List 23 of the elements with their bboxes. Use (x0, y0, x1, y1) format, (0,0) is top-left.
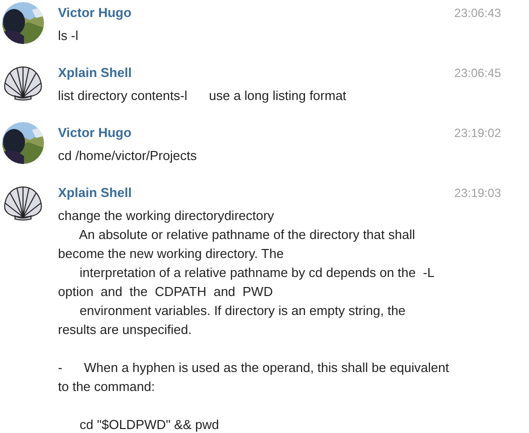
message-text: An absolute or relative pathname of the directory that shall (78, 226, 415, 244)
message-time: 23:19:02 (454, 125, 501, 142)
author-name[interactable]: Victor Hugo (58, 123, 132, 143)
message-text: cd /home/victor/Projects (58, 147, 197, 165)
message-text: become the new working directory. The (58, 245, 284, 263)
message-time: 23:06:43 (454, 5, 501, 22)
message-time: 23:19:03 (454, 185, 501, 202)
message-text: environment variables. If directory is an empty string, the (78, 302, 406, 320)
author-name[interactable]: Xplain Shell (58, 183, 132, 203)
author-name[interactable]: Xplain Shell (58, 63, 132, 83)
message-text: - When a hyphen is used as the operand, this shall be equivalent (58, 359, 449, 377)
author-name[interactable]: Victor Hugo (58, 3, 132, 23)
message-text: cd "$OLDPWD" && pwd (78, 416, 219, 433)
message-text: to the command: (58, 378, 155, 396)
message-text: ls -l (58, 27, 78, 45)
message-text: list directory contents-l use a long listing format (58, 87, 346, 105)
message-text: option and the CDPATH and PWD (58, 283, 273, 301)
message-text: interpretation of a relative pathname by cd depends on the -L (78, 264, 435, 282)
shell-icon (2, 185, 44, 221)
message-text: results are unspecified. (58, 321, 192, 339)
message-time: 23:06:45 (454, 65, 501, 82)
message-text: change the working directorydirectory (58, 207, 274, 225)
shell-icon (2, 65, 44, 101)
